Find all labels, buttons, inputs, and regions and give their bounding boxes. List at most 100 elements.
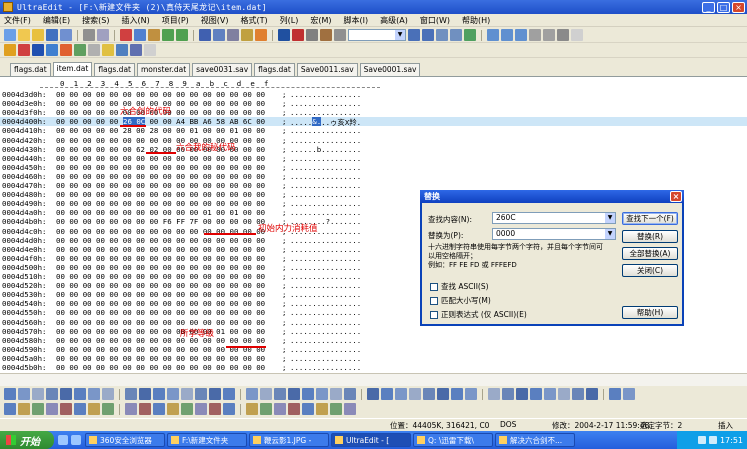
tab-flags-dat-2[interactable]: flags.dat [94,63,135,76]
tool-icon[interactable] [74,403,86,415]
tool-icon[interactable] [465,388,477,400]
replace-all-button[interactable]: 全部替换(A) [622,247,678,260]
row-bytes[interactable]: 00 00 00 00 00 00 00 00 00 00 00 00 00 0… [56,336,265,345]
help-icon[interactable] [144,44,156,56]
row-ascii[interactable]: ................ [290,236,361,245]
new-file-icon[interactable] [4,29,16,41]
find-next-icon[interactable] [213,29,225,41]
tile-horizontal-icon[interactable] [487,29,499,41]
task-folder[interactable]: F:\新建文件夹 [167,433,247,447]
tool-icon[interactable] [18,388,30,400]
tool-icon[interactable] [381,388,393,400]
file-tree-icon[interactable] [529,29,541,41]
tool-icon[interactable] [544,388,556,400]
indent-icon[interactable] [464,29,476,41]
open-folder-icon[interactable] [18,29,30,41]
run-icon[interactable] [334,29,346,41]
tool-icon[interactable] [32,388,44,400]
row-ascii[interactable]: ................ [290,99,361,108]
row-ascii[interactable]: ................ [290,154,361,163]
tool-icon[interactable] [60,403,72,415]
hex-mode-icon[interactable] [292,29,304,41]
next-bookmark-icon[interactable] [450,29,462,41]
row-bytes[interactable]: 00 00 00 00 00 00 00 00 00 00 00 00 00 0… [56,308,265,317]
desktop-quicklaunch-icon[interactable] [71,435,81,445]
row-bytes[interactable]: 00 00 00 00 00 00 00 00 00 00 00 00 00 0… [56,236,265,245]
ultraedit-app-icon[interactable] [3,2,13,12]
tool-icon[interactable] [395,388,407,400]
hex-row[interactable]: 0004d570h: 00 00 00 00 00 00 00 00 00 0B … [0,327,747,336]
row-bytes[interactable]: 00 00 00 00 00 00 00 00 00 00 00 00 00 0… [56,290,265,299]
close-window-button[interactable]: × [732,1,745,13]
word-icon[interactable] [32,44,44,56]
menu-file[interactable]: 文件(F) [4,15,31,26]
row-ascii[interactable]: ................ [290,163,361,172]
row-ascii[interactable]: ................ [290,363,361,372]
help-button[interactable]: 帮助(H) [622,306,678,319]
row-ascii[interactable]: ................ [290,281,361,290]
search-back-icon[interactable] [422,29,434,41]
tool-icon[interactable] [195,403,207,415]
tool-icon[interactable] [330,403,342,415]
row-bytes[interactable]: 00 00 00 00 00 28 00 28 00 00 01 00 00 0… [56,126,265,135]
start-button[interactable]: 开始 [0,431,54,449]
cascade-icon[interactable] [515,29,527,41]
tool-icon[interactable] [209,403,221,415]
row-ascii[interactable]: ................ [290,299,361,308]
hex-row[interactable]: 0004d440h: 00 00 00 00 00 00 00 00 00 00 … [0,154,747,163]
menu-script[interactable]: 脚本(I) [344,15,369,26]
match-case-checkbox[interactable]: 匹配大小写(M) [430,295,491,306]
tool-icon[interactable] [88,388,100,400]
open-icon[interactable] [32,29,44,41]
tab-item-dat[interactable]: item.dat [52,62,93,76]
tool-icon[interactable] [246,388,258,400]
tool-icon[interactable] [153,403,165,415]
tool-icon[interactable] [153,388,165,400]
clock[interactable]: 17:51 [720,436,743,445]
row-ascii[interactable]: ......b......... [290,145,361,154]
list-icon[interactable] [88,44,100,56]
tool-icon[interactable] [302,403,314,415]
tool-icon[interactable] [102,388,114,400]
redo-icon[interactable] [176,29,188,41]
tool-icon[interactable] [530,388,542,400]
row-bytes[interactable]: 00 00 00 00 00 26 0C 00 00 A4 BB A6 58 A… [56,117,265,126]
find-icon[interactable] [199,29,211,41]
tool-icon[interactable] [195,388,207,400]
hex-row[interactable]: 0004d420h: 00 00 00 00 00 00 00 00 00 00 … [0,136,747,145]
row-bytes[interactable]: 00 00 00 00 00 00 00 00 00 00 00 00 00 0… [56,263,265,272]
selected-ascii[interactable]: &. [312,117,322,127]
row-ascii[interactable]: ................ [290,272,361,281]
minimize-button[interactable]: _ [702,1,715,13]
search-forward-icon[interactable] [408,29,420,41]
tool-icon[interactable] [609,388,621,400]
hex-row[interactable]: 0004d5a0h: 00 00 00 00 00 00 00 00 00 00 … [0,354,747,363]
row-bytes[interactable]: 00 00 00 00 00 00 00 00 00 00 00 01 00 0… [56,208,265,217]
row-bytes[interactable]: 00 00 00 00 00 00 00 00 00 00 00 00 00 0… [56,363,265,372]
note-icon[interactable] [102,44,114,56]
row-ascii[interactable]: ................ [290,136,361,145]
row-ascii[interactable]: ................ [290,254,361,263]
tool-icon[interactable] [102,403,114,415]
row-bytes[interactable]: 00 00 00 00 00 00 00 00 00 00 00 00 00 0… [56,190,265,199]
tool-icon[interactable] [367,388,379,400]
row-ascii[interactable]: ................ [290,318,361,327]
hex-row[interactable]: 0004d470h: 00 00 00 00 00 00 00 00 00 00 … [0,181,747,190]
tool-icon[interactable] [288,403,300,415]
save-all-icon[interactable] [60,29,72,41]
row-ascii[interactable]: ................ [290,354,361,363]
hex-row[interactable]: 0004d410h: 00 00 00 00 00 28 00 28 00 00 … [0,126,747,135]
tab-monster-dat[interactable]: monster.dat [136,63,191,76]
row-ascii[interactable]: ................ [290,190,361,199]
row-ascii[interactable]: ................ [290,327,361,336]
row-ascii[interactable]: ................ [290,199,361,208]
tool-icon[interactable] [274,403,286,415]
menu-window[interactable]: 窗口(W) [420,15,450,26]
tab-save0031-sav[interactable]: save0031.sav [192,63,253,76]
tool-icon[interactable] [32,403,44,415]
menu-search[interactable]: 搜索(S) [82,15,109,26]
row-bytes[interactable]: 00 00 00 00 00 00 00 00 F6 FF 7F 00 00 0… [56,217,265,226]
tool-icon[interactable] [330,388,342,400]
tool-icon[interactable] [88,403,100,415]
hex-row[interactable]: 0004d590h: 00 00 00 00 00 00 00 00 00 00 … [0,345,747,354]
